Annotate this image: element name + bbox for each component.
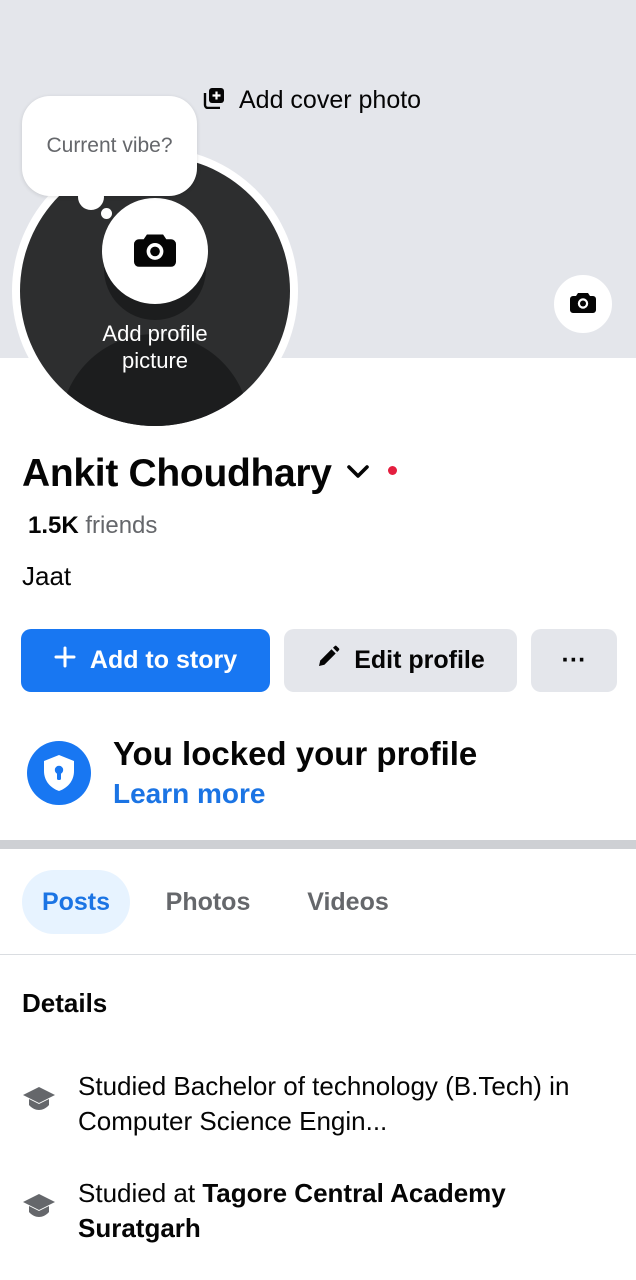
camera-icon bbox=[570, 291, 596, 318]
learn-more-link[interactable]: Learn more bbox=[113, 778, 266, 810]
shield-lock-icon bbox=[27, 741, 91, 805]
detail-text: Studied at Tagore Central Academy Suratg… bbox=[78, 1176, 622, 1246]
profile-camera-badge bbox=[102, 198, 208, 304]
chevron-down-icon bbox=[346, 464, 370, 485]
tabs-divider bbox=[0, 954, 636, 955]
graduation-cap-icon bbox=[22, 1081, 56, 1115]
detail-text: Studied Bachelor of technology (B.Tech) … bbox=[78, 1071, 570, 1136]
graduation-cap-icon bbox=[22, 1188, 56, 1222]
plus-icon bbox=[54, 646, 76, 675]
bubble-tail-dot-small bbox=[101, 208, 112, 219]
add-profile-picture-button[interactable]: Add profile picture bbox=[20, 156, 290, 426]
photo-stack-icon bbox=[203, 87, 225, 114]
add-profile-picture-label: Add profile picture bbox=[102, 321, 208, 373]
profile-bio: Jaat bbox=[22, 561, 72, 591]
more-options-button[interactable]: ··· bbox=[531, 629, 617, 692]
profile-name: Ankit Choudhary bbox=[22, 452, 332, 495]
tab-posts[interactable]: Posts bbox=[22, 870, 130, 934]
profile-name-switcher[interactable]: Ankit Choudhary bbox=[22, 452, 397, 496]
detail-item-school[interactable]: Studied at Tagore Central Academy Suratg… bbox=[22, 1176, 622, 1246]
locked-profile-title: You locked your profile bbox=[113, 735, 478, 772]
current-vibe-label: Current vibe? bbox=[46, 134, 173, 157]
friends-number: 1.5K bbox=[28, 512, 79, 539]
tab-photos[interactable]: Photos bbox=[150, 870, 266, 934]
notification-dot bbox=[387, 465, 397, 475]
section-divider bbox=[0, 840, 636, 849]
camera-icon bbox=[134, 231, 176, 272]
tab-videos[interactable]: Videos bbox=[290, 870, 406, 934]
pencil-icon bbox=[316, 645, 340, 676]
edit-profile-button[interactable]: Edit profile bbox=[284, 629, 517, 692]
detail-item-education[interactable]: Studied Bachelor of technology (B.Tech) … bbox=[22, 1069, 622, 1139]
add-cover-photo-button[interactable]: Add cover photo bbox=[203, 84, 421, 116]
friends-count[interactable]: 1.5K friends bbox=[28, 512, 157, 540]
friends-label: friends bbox=[78, 512, 158, 539]
edit-profile-label: Edit profile bbox=[354, 646, 485, 674]
edit-cover-camera-button[interactable] bbox=[552, 273, 614, 335]
more-dots-icon: ··· bbox=[561, 646, 587, 674]
details-heading: Details bbox=[22, 988, 108, 1018]
add-to-story-button[interactable]: Add to story bbox=[21, 629, 270, 692]
add-to-story-label: Add to story bbox=[89, 646, 238, 674]
add-cover-photo-label: Add cover photo bbox=[239, 85, 422, 114]
detail-prefix: Studied at bbox=[78, 1178, 203, 1208]
bubble-tail-dot bbox=[78, 184, 104, 210]
current-vibe-bubble[interactable]: Current vibe? bbox=[22, 96, 197, 196]
